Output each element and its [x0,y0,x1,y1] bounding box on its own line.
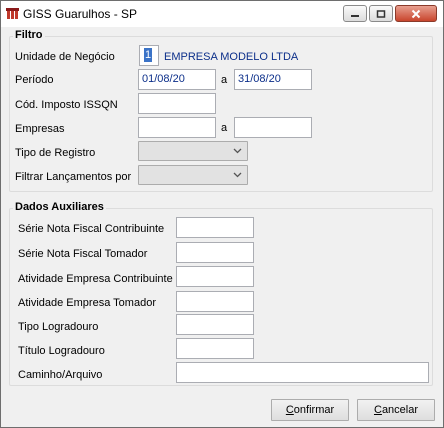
tipo-logradouro-field[interactable] [176,314,254,335]
titulo-logradouro-field[interactable] [176,338,254,359]
periodo-label: Período [15,74,54,86]
aux-label-atividade-contribuinte: Atividade Empresa Contribuinte [18,273,173,285]
empresas-label: Empresas [15,123,65,135]
tipo-registro-select[interactable] [138,141,248,161]
filtrar-select[interactable] [138,165,248,185]
confirm-label: onfirmar [293,404,335,416]
cancel-label: ancelar [381,404,419,416]
unidade-company-name: EMPRESA MODELO LTDA [164,51,299,63]
empresas-end-field[interactable] [234,117,312,138]
tipo-registro-label: Tipo de Registro [15,147,96,159]
empresas-start-field[interactable] [138,117,216,138]
unidade-code-value: 1 [144,48,152,62]
cancel-accelerator: C [373,404,382,416]
window-title: GISS Guarulhos - SP [23,7,138,21]
close-icon [411,9,421,18]
caminho-arquivo-field[interactable] [176,362,429,383]
cancel-button[interactable]: Cancelar [357,399,435,421]
cod-imposto-label: Cód. Imposto ISSQN [15,99,118,111]
empresas-separator: a [221,122,228,134]
minimize-button[interactable] [343,5,367,22]
minimize-icon [351,14,359,17]
serie-tomador-field[interactable] [176,242,254,263]
unidade-label: Unidade de Negócio [15,51,115,63]
unidade-code-field[interactable]: 1 [139,45,159,66]
atividade-tomador-field[interactable] [176,291,254,312]
title-bar[interactable]: GISS Guarulhos - SP [1,1,443,27]
serie-contribuinte-field[interactable] [176,217,254,238]
periodo-end-field[interactable]: 31/08/20 [234,69,312,90]
giss-window: GISS Guarulhos - SP Filtro Unidade de Ne… [0,0,444,428]
chevron-down-icon [233,148,242,154]
chevron-down-icon [233,172,242,178]
aux-label-atividade-tomador: Atividade Empresa Tomador [18,297,156,309]
periodo-start-field[interactable]: 01/08/20 [138,69,216,90]
periodo-separator: a [221,74,228,86]
aux-label-tipo-logradouro: Tipo Logradouro [18,321,99,333]
maximize-icon [376,9,386,18]
aux-label-serie-contribuinte: Série Nota Fiscal Contribuinte [18,223,165,235]
aux-group-title: Dados Auxiliares [13,201,106,213]
window-controls [343,5,437,22]
aux-label-caminho-arquivo: Caminho/Arquivo [18,369,103,381]
confirm-button[interactable]: Confirmar [271,399,349,421]
confirm-accelerator: C [285,404,294,416]
aux-label-titulo-logradouro: Título Logradouro [18,345,105,357]
filtro-group-title: Filtro [13,29,45,41]
cod-imposto-field[interactable] [138,93,216,114]
close-button[interactable] [395,5,437,22]
aux-label-serie-tomador: Série Nota Fiscal Tomador [18,248,148,260]
filtrar-label: Filtrar Lançamentos por [15,171,132,183]
giss-app-icon [6,8,20,20]
atividade-contribuinte-field[interactable] [176,266,254,287]
maximize-button[interactable] [369,5,393,22]
